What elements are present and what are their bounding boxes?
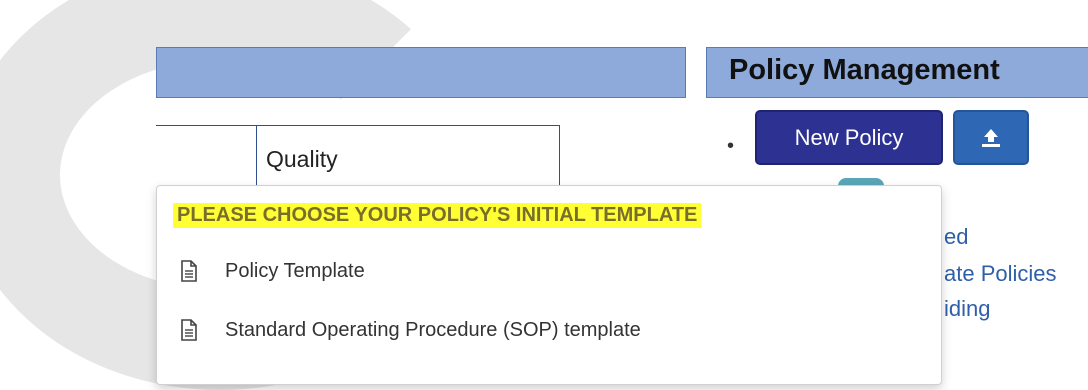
upload-icon — [982, 128, 1000, 147]
template-chooser-dropdown: PLEASE CHOOSE YOUR POLICY'S INITIAL TEMP… — [156, 185, 942, 385]
partial-link-1[interactable]: ed — [944, 224, 968, 250]
list-bullet: • — [727, 135, 735, 157]
left-header-band — [156, 47, 686, 98]
dropdown-header: PLEASE CHOOSE YOUR POLICY'S INITIAL TEMP… — [173, 203, 702, 228]
policy-management-title: Policy Management — [729, 54, 1000, 86]
template-item-label: Policy Template — [225, 259, 365, 282]
document-icon — [181, 260, 197, 282]
table-divider — [256, 126, 257, 194]
partial-link-2[interactable]: ate Policies — [944, 261, 1057, 287]
document-icon — [181, 319, 197, 341]
partial-link-3[interactable]: iding — [944, 296, 990, 322]
policy-management-header: Policy Management — [706, 47, 1088, 98]
template-item-label: Standard Operating Procedure (SOP) templ… — [225, 318, 641, 341]
upload-button[interactable] — [953, 110, 1029, 165]
new-policy-button[interactable]: New Policy — [755, 110, 943, 165]
template-item-sop[interactable]: Standard Operating Procedure (SOP) templ… — [179, 312, 641, 348]
template-item-policy[interactable]: Policy Template — [179, 253, 365, 289]
table-cell-quality: Quality — [266, 146, 338, 172]
